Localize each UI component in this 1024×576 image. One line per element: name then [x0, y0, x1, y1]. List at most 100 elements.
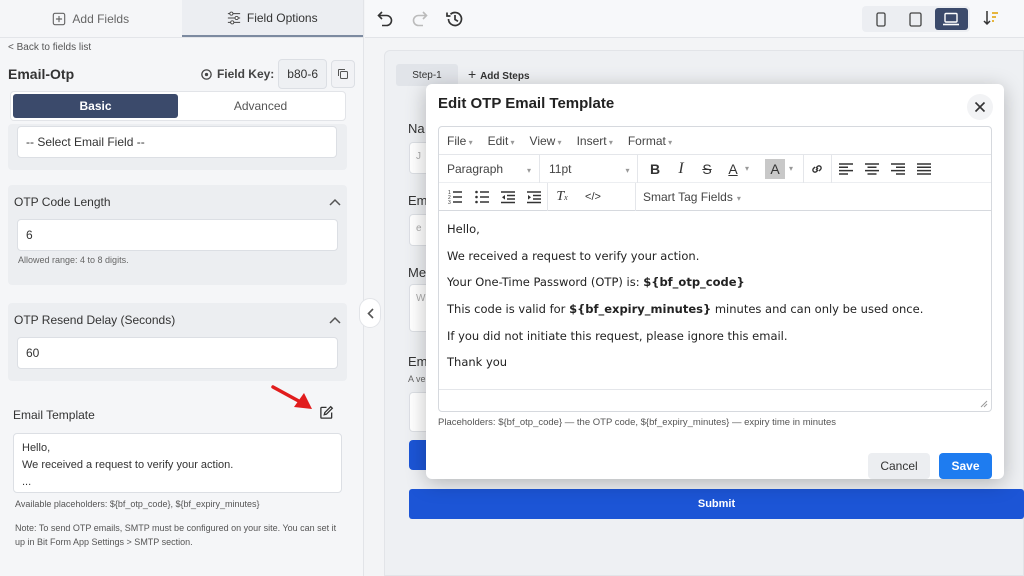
submit-button[interactable]: Submit	[409, 489, 1024, 519]
copy-icon	[338, 69, 348, 79]
otp-length-input[interactable]: 6	[17, 219, 338, 251]
left-panel: Add Fields Field Options < Back to field…	[0, 0, 364, 576]
plus-icon: +	[468, 66, 481, 82]
menu-edit[interactable]: Edit	[488, 134, 515, 148]
editor-toolbar-row2: 123 Tx </> Smart Tag Fields ▾	[439, 183, 991, 211]
save-button[interactable]: Save	[939, 453, 992, 479]
divider	[539, 155, 540, 183]
otp-length-header[interactable]: OTP Code Length	[8, 187, 347, 217]
otp-resend-header[interactable]: OTP Resend Delay (Seconds)	[8, 305, 347, 335]
tab-advanced[interactable]: Advanced	[178, 94, 343, 118]
close-button[interactable]	[967, 94, 993, 120]
content-paragraph: We received a request to verify your act…	[447, 248, 700, 263]
edit-otp-email-modal: Edit OTP Email Template File Edit View I…	[426, 84, 1004, 479]
content-text: minutes and can only be used once.	[711, 302, 924, 317]
tab-add-fields[interactable]: Add Fields	[0, 0, 182, 37]
outdent-icon[interactable]	[498, 187, 518, 207]
editor-toolbar-row1: Paragraph ▾ 11pt ▾ B I S A ▾ A ▾	[439, 155, 991, 183]
text-color-icon[interactable]: A	[723, 159, 743, 179]
step-tab[interactable]: Step-1	[396, 64, 458, 86]
align-center-icon[interactable]	[862, 159, 882, 179]
modal-placeholders-note: Placeholders: ${bf_otp_code} — the OTP c…	[438, 417, 836, 428]
content-paragraph: Thank you	[447, 355, 508, 370]
laptop-icon	[943, 12, 960, 26]
content-text: Your One-Time Password (OTP) is:	[447, 275, 644, 290]
email-template-preview[interactable]: Hello, We received a request to verify y…	[13, 433, 342, 493]
basic-advanced-switch: Basic Advanced	[10, 91, 346, 121]
chevron-up-icon	[329, 316, 341, 324]
numbered-list-icon[interactable]: 123	[445, 187, 465, 207]
justify-icon[interactable]	[914, 159, 934, 179]
tablet-icon	[909, 11, 923, 27]
email-template-label: Email Template	[13, 408, 95, 422]
otp-resend-label: OTP Resend Delay (Seconds)	[14, 313, 176, 327]
block-format-value: Paragraph	[447, 162, 504, 176]
highlight-color-icon[interactable]: A	[765, 159, 785, 179]
menu-view[interactable]: View	[530, 134, 562, 148]
italic-icon[interactable]: I	[671, 159, 691, 179]
tab-basic[interactable]: Basic	[13, 94, 178, 118]
menu-format[interactable]: Format	[628, 134, 672, 148]
block-format-select[interactable]: Paragraph ▾	[447, 162, 531, 176]
divider	[831, 155, 832, 183]
redo-icon[interactable]	[411, 9, 429, 27]
collapse-panel-button[interactable]	[359, 298, 381, 328]
tablet-view-button[interactable]	[899, 8, 932, 30]
otp-resend-input[interactable]: 60	[17, 337, 338, 369]
editor-content[interactable]: Hello, We received a request to verify y…	[439, 211, 991, 387]
editor-statusbar	[439, 389, 991, 411]
bullet-list-icon[interactable]	[472, 187, 492, 207]
chevron-down-icon[interactable]: ▾	[789, 164, 793, 173]
font-size-value: 11pt	[549, 162, 572, 176]
align-left-icon[interactable]	[836, 159, 856, 179]
undo-icon[interactable]	[376, 9, 394, 27]
mobile-view-button[interactable]	[864, 8, 897, 30]
menu-insert[interactable]: Insert	[577, 134, 613, 148]
chevron-down-icon: ▾	[736, 194, 741, 203]
preview-line: ...	[22, 476, 32, 488]
email-field-select[interactable]: -- Select Email Field --	[17, 126, 337, 158]
tab-field-options[interactable]: Field Options	[181, 0, 363, 37]
resize-handle-icon[interactable]	[980, 400, 988, 408]
otp-code-tag: ${bf_otp_code}	[643, 275, 745, 290]
otp-length-card: OTP Code Length 6 Allowed range: 4 to 8 …	[8, 185, 347, 285]
back-to-fields-link[interactable]: < Back to fields list	[0, 40, 363, 55]
otp-length-hint: Allowed range: 4 to 8 digits.	[18, 255, 129, 265]
field-key-input[interactable]: b80-6	[278, 59, 327, 89]
divider	[637, 155, 638, 183]
bg-field-sublabel: A ve	[408, 374, 426, 384]
field-key: Field Key: b80-6	[200, 59, 355, 89]
font-size-select[interactable]: 11pt ▾	[549, 162, 629, 176]
preview-line: Hello,	[22, 442, 51, 454]
divider	[547, 183, 548, 211]
indent-icon[interactable]	[524, 187, 544, 207]
device-switcher	[862, 6, 970, 32]
content-paragraph: Hello,	[447, 222, 480, 236]
bold-icon[interactable]: B	[645, 159, 665, 179]
phone-icon	[876, 11, 886, 27]
copy-button[interactable]	[331, 60, 355, 88]
sort-download-icon[interactable]	[982, 9, 1000, 27]
field-title-row: Email-Otp Field Key: b80-6	[0, 57, 363, 91]
plus-square-icon	[53, 12, 66, 25]
history-icon[interactable]	[445, 9, 465, 29]
chevron-down-icon[interactable]: ▾	[745, 164, 749, 173]
link-icon[interactable]	[807, 159, 827, 179]
sliders-icon	[227, 11, 241, 24]
bg-field-label: Em	[408, 193, 428, 208]
cancel-button[interactable]: Cancel	[868, 453, 930, 479]
code-icon[interactable]: </>	[580, 187, 606, 207]
content-paragraph: This code is valid for ${bf_expiry_minut…	[447, 299, 983, 326]
desktop-view-button[interactable]	[934, 8, 968, 30]
smart-tag-fields-select[interactable]: Smart Tag Fields ▾	[643, 190, 741, 204]
edit-icon[interactable]	[319, 405, 334, 420]
svg-text:3: 3	[448, 200, 451, 204]
clear-format-icon[interactable]: Tx	[552, 187, 572, 207]
menu-file[interactable]: File	[447, 134, 473, 148]
add-steps-button[interactable]: + Add Steps	[468, 66, 530, 82]
align-right-icon[interactable]	[888, 159, 908, 179]
tab-add-fields-label: Add Fields	[72, 11, 130, 26]
close-icon	[974, 101, 986, 113]
bg-field-label: Em	[408, 354, 428, 369]
strikethrough-icon[interactable]: S	[697, 159, 717, 179]
